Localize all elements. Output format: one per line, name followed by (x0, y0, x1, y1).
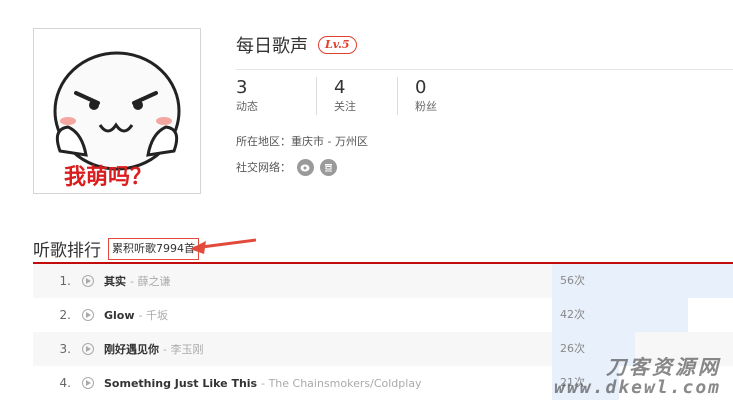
play-icon[interactable] (82, 343, 94, 355)
stat-value: 0 (415, 77, 427, 98)
rank-number: 2. (59, 308, 71, 322)
profile-meta: 所在地区： 重庆市 - 万州区 社交网络： (236, 131, 368, 177)
song-artist[interactable]: - 李玉刚 (163, 341, 203, 357)
watermark-url: www.dkewl.com (554, 377, 721, 398)
stat-following[interactable]: 4 关注 (316, 77, 397, 115)
song-title[interactable]: 刚好遇见你 (104, 341, 159, 357)
header-divider (236, 69, 733, 70)
song-title[interactable]: Glow (104, 309, 135, 322)
stat-events[interactable]: 3 动态 (236, 77, 316, 115)
song-artist[interactable]: - The Chainsmokers/Coldplay (261, 377, 421, 390)
stat-label: 关注 (334, 100, 356, 113)
ranking-row[interactable]: 1. 其实 - 薛之谦 56次 (33, 264, 733, 298)
stat-label: 动态 (236, 100, 258, 113)
play-count: 56次 (560, 274, 585, 287)
ranking-row[interactable]: 2. Glow - 千坂 42次 (33, 298, 733, 332)
location-row: 所在地区： 重庆市 - 万州区 (236, 131, 368, 151)
profile-stats: 3 动态 4 关注 0 粉丝 (236, 77, 478, 115)
weibo-icon[interactable] (297, 158, 314, 176)
stat-followers[interactable]: 0 粉丝 (397, 77, 478, 115)
douban-icon[interactable] (320, 158, 337, 176)
profile-name: 每日歌声 (236, 36, 308, 57)
song-artist[interactable]: - 千坂 (139, 307, 168, 323)
song-title[interactable]: 其实 (104, 273, 126, 289)
social-label: 社交网络： (236, 161, 291, 174)
play-icon[interactable] (82, 309, 94, 321)
location-label: 所在地区： (236, 135, 291, 148)
play-icon[interactable] (82, 377, 94, 389)
stat-value: 4 (334, 77, 346, 98)
stat-label: 粉丝 (415, 100, 437, 113)
annotation-arrow-icon (190, 238, 256, 254)
play-icon[interactable] (82, 275, 94, 287)
avatar[interactable]: 我萌吗？ (33, 28, 201, 194)
social-row: 社交网络： (236, 157, 368, 177)
song-artist[interactable]: - 薛之谦 (130, 273, 170, 289)
song-title[interactable]: Something Just Like This (104, 377, 257, 390)
play-count: 42次 (560, 308, 585, 321)
location-value[interactable]: 重庆市 - 万州区 (291, 133, 368, 149)
rank-number: 1. (59, 274, 71, 288)
avatar-caption: 我萌吗？ (64, 165, 153, 190)
stat-value: 3 (236, 77, 248, 98)
profile-header: 每日歌声 Lv.5 (236, 33, 357, 57)
rank-number: 4. (59, 376, 71, 390)
listen-total-badge: 累积听歌7994首 (108, 238, 199, 260)
rank-number: 3. (59, 342, 71, 356)
ranking-title: 听歌排行 (33, 241, 101, 261)
watermark: 刀客资源网 www.dkewl.com (554, 356, 721, 398)
level-badge[interactable]: Lv.5 (318, 36, 357, 54)
watermark-title: 刀客资源网 (606, 355, 721, 379)
